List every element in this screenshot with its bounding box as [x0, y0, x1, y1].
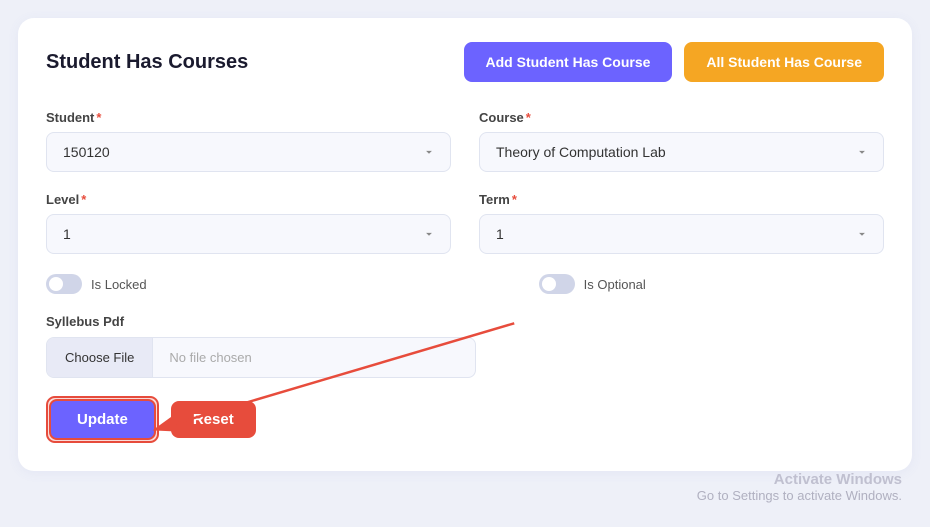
is-optional-toggle[interactable]	[539, 274, 575, 294]
choose-file-button[interactable]: Choose File	[47, 338, 153, 377]
all-student-has-course-button[interactable]: All Student Has Course	[684, 42, 884, 82]
student-group: Student* 150120	[46, 110, 451, 172]
course-label: Course*	[479, 110, 884, 125]
level-label: Level*	[46, 192, 451, 207]
file-name-display: No file chosen	[153, 338, 475, 377]
student-select[interactable]: 150120	[46, 132, 451, 172]
term-label: Term*	[479, 192, 884, 207]
reset-button[interactable]: Reset	[171, 401, 256, 438]
is-optional-toggle-item: Is Optional	[539, 274, 646, 294]
windows-watermark: Activate Windows Go to Settings to activ…	[697, 471, 902, 503]
student-label: Student*	[46, 110, 451, 125]
term-group: Term* 1	[479, 192, 884, 254]
student-course-row: Student* 150120 Course* Theory of Comput…	[46, 110, 884, 172]
level-term-row: Level* 1 Term* 1	[46, 192, 884, 254]
is-locked-label: Is Locked	[91, 277, 147, 292]
card-header: Student Has Courses Add Student Has Cour…	[46, 42, 884, 82]
header-buttons: Add Student Has Course All Student Has C…	[464, 42, 885, 82]
watermark-title: Activate Windows	[697, 471, 902, 488]
file-input-row: Choose File No file chosen	[46, 337, 476, 378]
syllabus-section: Syllebus Pdf Choose File No file chosen	[46, 314, 884, 378]
toggle-row: Is Locked Is Optional	[46, 274, 884, 294]
level-group: Level* 1	[46, 192, 451, 254]
update-button[interactable]: Update	[49, 399, 156, 440]
add-student-has-course-button[interactable]: Add Student Has Course	[464, 42, 673, 82]
watermark-subtitle: Go to Settings to activate Windows.	[697, 488, 902, 503]
is-locked-toggle[interactable]	[46, 274, 82, 294]
page-title: Student Has Courses	[46, 51, 248, 74]
syllabus-label: Syllebus Pdf	[46, 314, 884, 329]
course-select[interactable]: Theory of Computation Lab	[479, 132, 884, 172]
is-locked-toggle-item: Is Locked	[46, 274, 147, 294]
course-group: Course* Theory of Computation Lab	[479, 110, 884, 172]
update-button-wrapper: Update	[46, 396, 159, 443]
level-select[interactable]: 1	[46, 214, 451, 254]
term-select[interactable]: 1	[479, 214, 884, 254]
action-buttons: Update Reset	[46, 396, 884, 443]
is-optional-label: Is Optional	[584, 277, 646, 292]
main-card: Student Has Courses Add Student Has Cour…	[18, 18, 912, 471]
